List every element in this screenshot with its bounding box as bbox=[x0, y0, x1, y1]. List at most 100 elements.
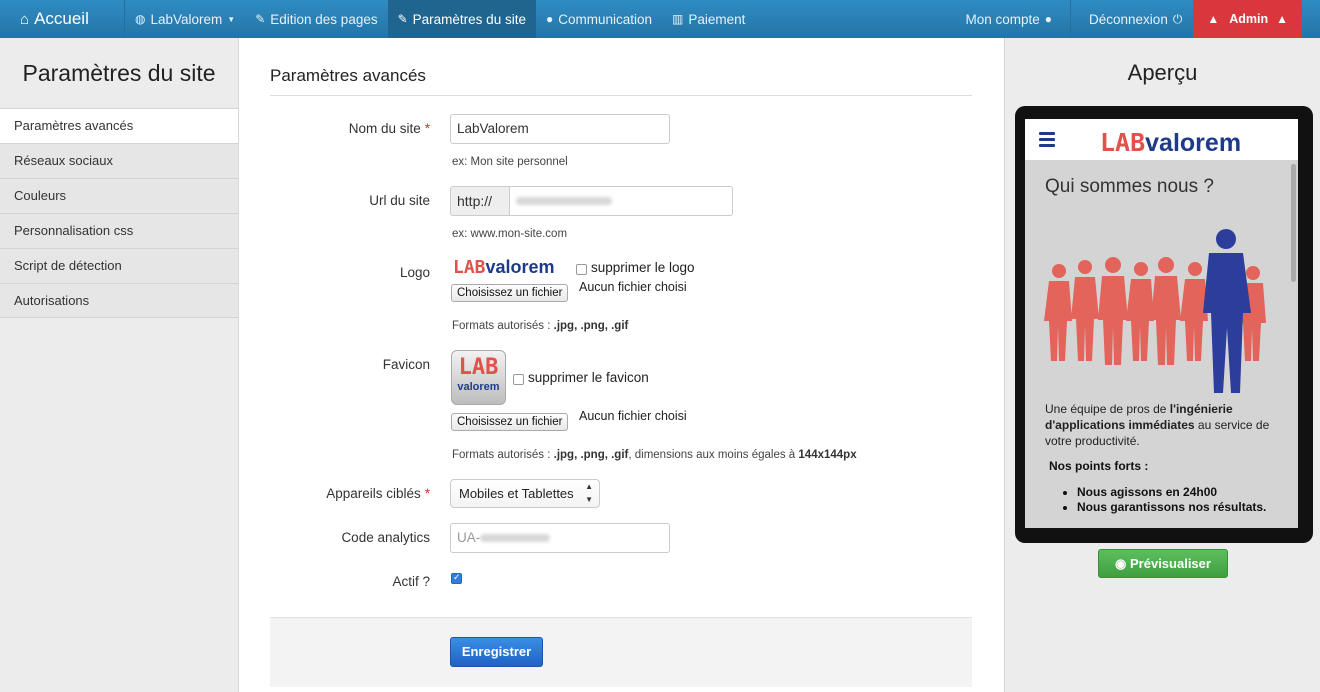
site-name-label-text: Nom du site bbox=[348, 121, 421, 136]
site-name-label: Nom du site * bbox=[349, 121, 430, 136]
preview-heading: Qui sommes nous ? bbox=[1045, 176, 1214, 197]
hamburger-menu-icon bbox=[1039, 132, 1055, 150]
save-button[interactable]: Enregistrer bbox=[450, 637, 543, 667]
nav-communication-label: Communication bbox=[558, 11, 653, 27]
favicon-lab-text: LAB bbox=[458, 355, 499, 380]
warning-icon: ▲ bbox=[1276, 12, 1288, 26]
preview-logo: LABvalorem bbox=[1100, 128, 1241, 158]
preview-logo-lab: LAB bbox=[1100, 128, 1146, 157]
logo-help-formats: .jpg, .png, .gif bbox=[553, 320, 629, 332]
power-icon: ⏻ bbox=[1172, 11, 1183, 26]
nav-site-settings[interactable]: ✎ Paramètres du site bbox=[387, 0, 536, 38]
logo-help-prefix: Formats autorisés : bbox=[452, 320, 551, 332]
logo-file-status: Aucun fichier choisi bbox=[579, 280, 687, 294]
analytics-input[interactable]: UA- bbox=[450, 523, 670, 553]
nav-edit-pages[interactable]: ✎ Edition des pages bbox=[245, 0, 387, 38]
preview-button-label: Prévisualiser bbox=[1130, 556, 1211, 571]
favicon-label: Favicon bbox=[382, 357, 430, 372]
preview-logo-valorem: valorem bbox=[1145, 129, 1242, 157]
nav-account[interactable]: Mon compte ● bbox=[955, 0, 1070, 38]
site-url-input[interactable] bbox=[509, 186, 733, 216]
nav-communication[interactable]: ● Communication bbox=[536, 0, 662, 38]
favicon-valorem-text: valorem bbox=[457, 381, 500, 393]
sidebar-item-colors[interactable]: Couleurs bbox=[0, 178, 238, 213]
nav-home-label: Accueil bbox=[34, 9, 89, 28]
devices-label: Appareils ciblés * bbox=[326, 486, 430, 501]
delete-logo-checkbox[interactable] bbox=[576, 264, 587, 275]
nav-admin[interactable]: ▲ Admin ▲ bbox=[1193, 0, 1302, 38]
site-name-help: ex: Mon site personnel bbox=[452, 156, 568, 168]
select-arrows-icon: ▲ ▼ bbox=[585, 482, 593, 504]
required-mark: * bbox=[424, 486, 430, 501]
nav-home[interactable]: ⌂ Accueil bbox=[0, 0, 125, 38]
caret-down-icon: ▼ bbox=[227, 14, 236, 24]
preview-header: LABvalorem bbox=[1025, 119, 1298, 160]
required-mark: * bbox=[424, 121, 430, 136]
favicon-help-formats: .jpg, .png, .gif bbox=[553, 449, 629, 461]
nav-site-menu[interactable]: ◍ LabValorem ▼ bbox=[125, 0, 245, 38]
site-name-input[interactable]: LabValorem bbox=[450, 114, 670, 144]
tablet-frame: LABvalorem Qui sommes nous ? Une équipe … bbox=[1015, 106, 1313, 543]
delete-favicon-checkbox[interactable] bbox=[513, 374, 524, 385]
redacted-url bbox=[516, 197, 612, 206]
sidebar-title: Paramètres du site bbox=[22, 60, 216, 86]
delete-logo-label: supprimer le logo bbox=[591, 260, 695, 275]
form-title: Paramètres avancés bbox=[270, 66, 426, 85]
site-url-help: ex: www.mon-site.com bbox=[452, 228, 568, 240]
favicon-help: Formats autorisés : .jpg, .png, .gif, di… bbox=[452, 449, 857, 461]
team-silhouette-illustration bbox=[1044, 229, 1266, 393]
favicon-help-size: 144x144px bbox=[798, 449, 857, 461]
preview-scrollbar[interactable] bbox=[1291, 164, 1296, 282]
sidebar-item-social[interactable]: Réseaux sociaux bbox=[0, 143, 238, 178]
logo-image: LABvalorem bbox=[453, 257, 555, 278]
favicon-help-prefix: Formats autorisés : bbox=[452, 449, 551, 461]
preview-strengths-title: Nos points forts : bbox=[1049, 459, 1149, 473]
redacted-analytics bbox=[480, 534, 551, 543]
logo-file-button[interactable]: Choisissez un fichier bbox=[451, 284, 569, 302]
nav-logout-label: Déconnexion bbox=[1089, 11, 1168, 27]
logo-valorem-text: valorem bbox=[485, 257, 555, 277]
url-prefix: http:// bbox=[450, 186, 510, 216]
nav-settings-label: Paramètres du site bbox=[412, 11, 526, 27]
top-navbar: ⌂ Accueil ◍ LabValorem ▼ ✎ Edition des p… bbox=[0, 0, 1320, 38]
sidebar-item-css[interactable]: Personnalisation css bbox=[0, 213, 238, 248]
settings-sidebar: Paramètres du site Paramètres avancés Ré… bbox=[0, 38, 239, 692]
nav-site-label: LabValorem bbox=[150, 11, 223, 27]
form-actions: Enregistrer bbox=[270, 617, 972, 687]
preview-intro-1: Une équipe de pros de bbox=[1045, 402, 1170, 416]
devices-label-text: Appareils ciblés bbox=[326, 486, 421, 501]
nav-admin-label: Admin bbox=[1229, 12, 1269, 26]
analytics-prefix: UA- bbox=[457, 530, 481, 545]
nav-payment[interactable]: ▥ Paiement bbox=[662, 0, 755, 38]
sidebar-list: Paramètres avancés Réseaux sociaux Coule… bbox=[0, 108, 238, 318]
analytics-label: Code analytics bbox=[341, 530, 430, 545]
nav-edit-label: Edition des pages bbox=[270, 11, 378, 27]
user-icon: ● bbox=[1044, 12, 1053, 26]
logo-help: Formats autorisés : .jpg, .png, .gif bbox=[452, 320, 628, 332]
chat-icon: ● bbox=[545, 12, 554, 26]
preview-strength-item: Nous garantissons nos résultats. bbox=[1077, 500, 1275, 515]
sidebar-item-advanced[interactable]: Paramètres avancés bbox=[0, 108, 238, 143]
sidebar-item-permissions[interactable]: Autorisations bbox=[0, 283, 238, 318]
preview-button[interactable]: ◉ Prévisualiser bbox=[1098, 549, 1228, 578]
edit-icon: ✎ bbox=[255, 12, 266, 26]
settings-form: Paramètres avancés Nom du site * LabValor… bbox=[240, 38, 1003, 692]
sidebar-item-detection-script[interactable]: Script de détection bbox=[0, 248, 238, 283]
favicon-file-button[interactable]: Choisissez un fichier bbox=[451, 413, 569, 431]
nav-payment-label: Paiement bbox=[688, 11, 746, 27]
delete-favicon-label: supprimer le favicon bbox=[528, 370, 649, 385]
site-url-label: Url du site bbox=[369, 193, 430, 208]
preview-intro: Une équipe de pros de l'ingénierie d'app… bbox=[1045, 401, 1285, 449]
barcode-icon: ▥ bbox=[672, 12, 684, 26]
nav-logout[interactable]: Déconnexion ⏻ bbox=[1070, 0, 1193, 38]
eye-icon: ◉ bbox=[1115, 556, 1127, 571]
home-icon: ⌂ bbox=[20, 10, 30, 28]
preview-strengths-list: Nous agissons en 24h00 Nous garantissons… bbox=[1065, 485, 1275, 515]
warning-icon: ▲ bbox=[1207, 12, 1220, 26]
devices-select[interactable]: Mobiles et Tablettes ▲ ▼ bbox=[450, 479, 600, 508]
favicon-help-mid: , dimensions aux moins égales à bbox=[628, 449, 796, 461]
preview-title: Aperçu bbox=[1127, 60, 1198, 85]
nav-account-label: Mon compte bbox=[965, 11, 1040, 27]
active-checkbox[interactable] bbox=[451, 572, 462, 584]
preview-screen[interactable]: LABvalorem Qui sommes nous ? Une équipe … bbox=[1025, 119, 1298, 528]
